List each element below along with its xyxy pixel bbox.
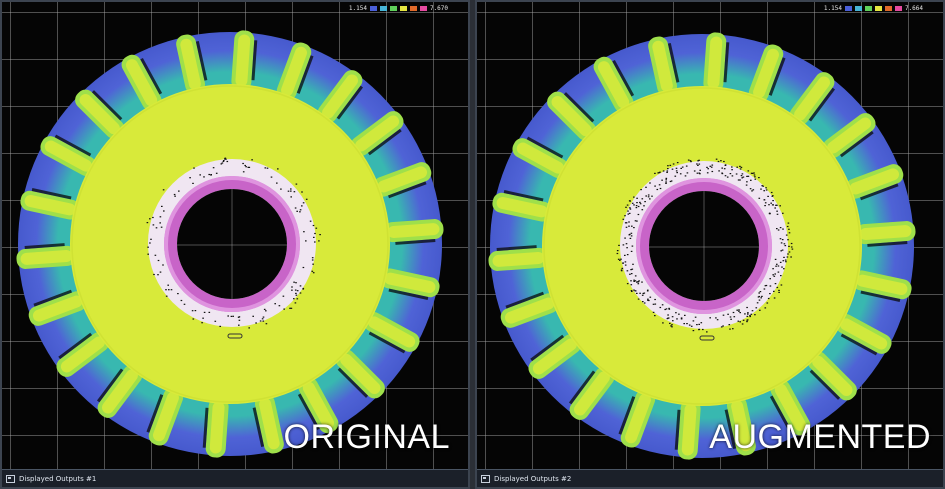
scale-max-value: 7.670 (429, 4, 448, 12)
pane-tab-bar[interactable]: Displayed Outputs #1 (2, 469, 468, 487)
color-scale-legend: 1.154 7.670 (349, 4, 448, 12)
scale-swatch (844, 5, 852, 11)
pane-tab-bar[interactable]: Displayed Outputs #2 (477, 469, 943, 487)
scale-max-value: 7.664 (904, 4, 923, 12)
scale-swatch (864, 5, 872, 11)
window-icon (481, 474, 490, 483)
displayed-outputs-pane-1[interactable]: 1.154 7.670 ORIGINAL Displayed Outputs #… (0, 0, 470, 489)
gear-rib (383, 219, 444, 245)
displayed-outputs-pane-2[interactable]: 1.154 7.664 AUGMENTED Displayed Outputs … (475, 0, 945, 489)
color-scale-legend: 1.154 7.664 (824, 4, 923, 12)
image-viewport[interactable]: 1.154 7.670 ORIGINAL (2, 2, 468, 469)
pane-tab-title[interactable]: Displayed Outputs #2 (494, 475, 571, 483)
gear-rib (16, 243, 77, 269)
scale-min-value: 1.154 (348, 4, 367, 12)
image-viewport[interactable]: 1.154 7.664 AUGMENTED (477, 2, 943, 469)
gear-depth-image (488, 32, 916, 460)
scale-swatch (419, 5, 427, 11)
gear-rib (855, 221, 916, 247)
pane-tab-title[interactable]: Displayed Outputs #1 (19, 475, 96, 483)
scale-swatch (379, 5, 387, 11)
scale-swatch (389, 5, 397, 11)
scale-swatch (369, 5, 377, 11)
scale-swatch (894, 5, 902, 11)
window-icon (6, 474, 15, 483)
image-caption-augmented: AUGMENTED (709, 418, 931, 456)
scale-swatch (884, 5, 892, 11)
scale-min-value: 1.154 (823, 4, 842, 12)
gear-depth-image (16, 30, 444, 458)
scale-swatch (409, 5, 417, 11)
gear-rib (488, 245, 549, 271)
scale-swatch (399, 5, 407, 11)
image-caption-original: ORIGINAL (283, 418, 450, 456)
scale-swatch (874, 5, 882, 11)
scale-swatch (854, 5, 862, 11)
